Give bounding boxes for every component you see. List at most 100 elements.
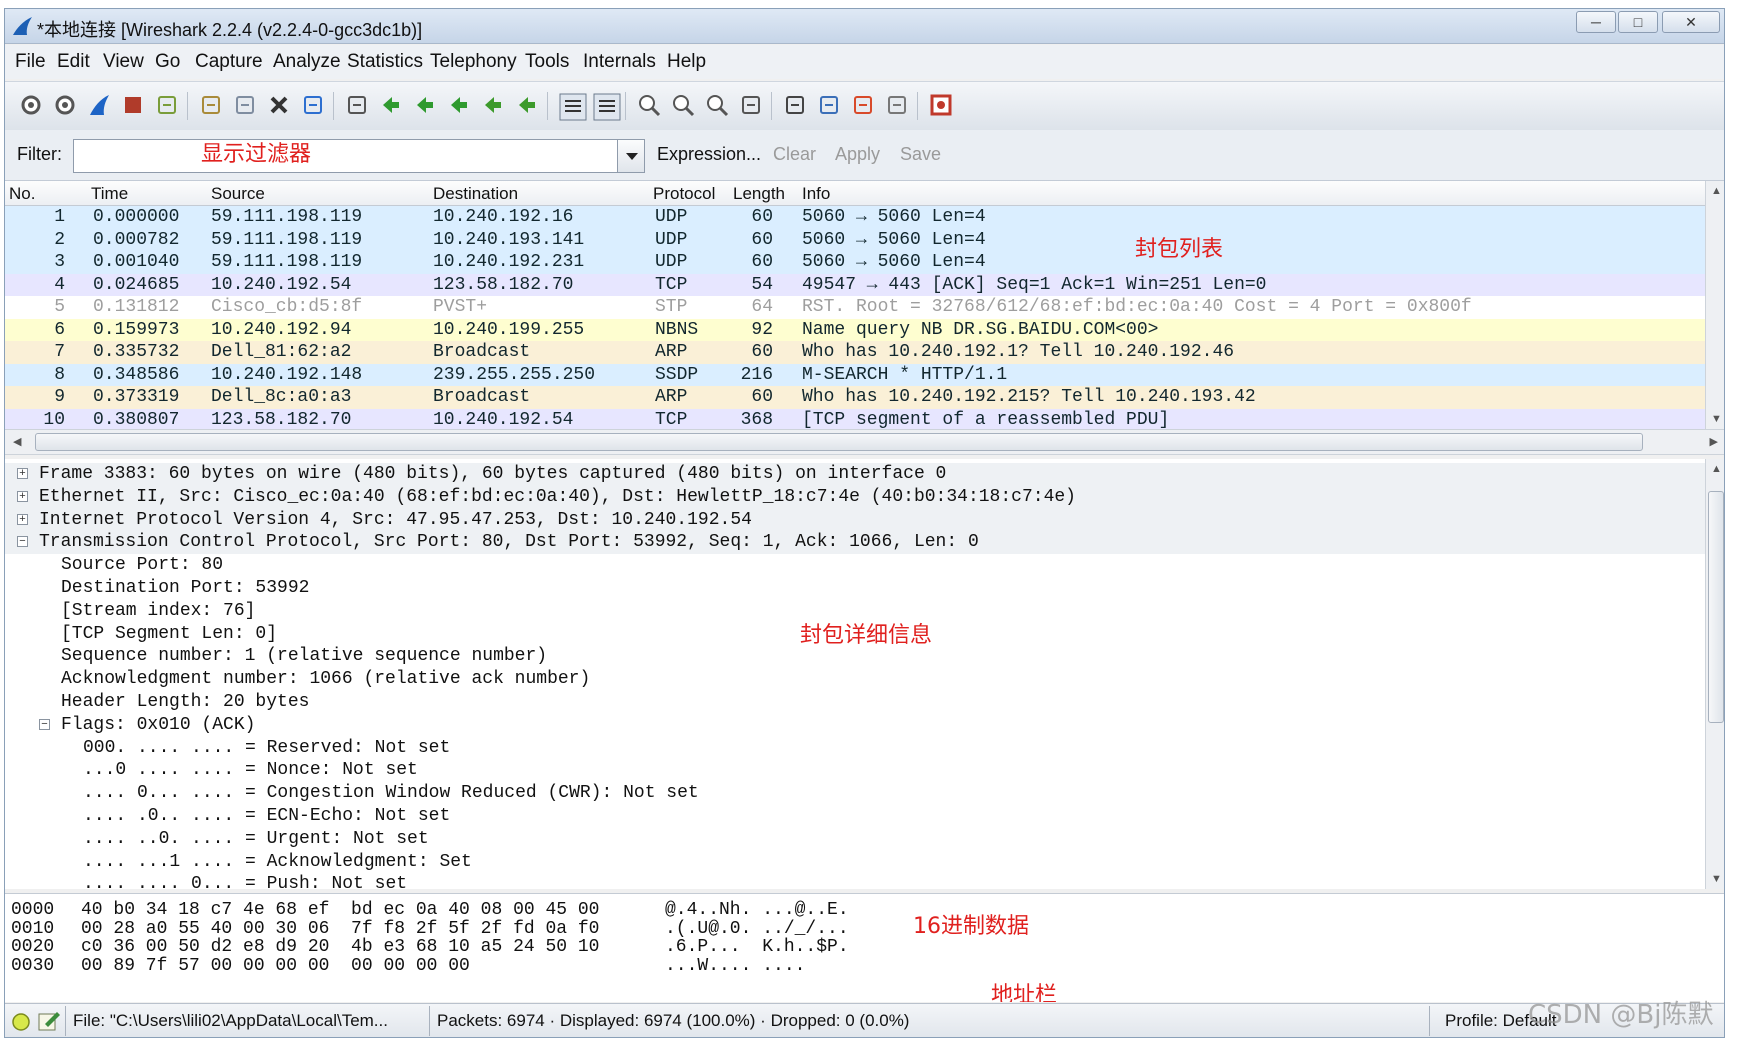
column-length[interactable]: Length	[733, 184, 785, 204]
zoom-in-icon[interactable]	[637, 93, 661, 117]
help-icon[interactable]	[929, 93, 953, 117]
field-tree-item[interactable]: − Flags: 0x010 (ACK)	[5, 714, 1705, 737]
field-tree-item[interactable]: Source Port: 80	[5, 554, 1705, 577]
display-filters-icon[interactable]	[817, 93, 841, 117]
menu-edit[interactable]: Edit	[57, 51, 90, 73]
field-tree-item[interactable]: Acknowledgment number: 1066 (relative ac…	[5, 668, 1705, 691]
first-packet-icon[interactable]	[481, 93, 505, 117]
apply-filter-button[interactable]: Apply	[835, 144, 880, 165]
field-tree-item[interactable]: .... .... 0... = Push: Not set	[5, 873, 1705, 889]
expand-icon[interactable]: +	[17, 513, 28, 525]
close-window-button[interactable]: ✕	[1662, 11, 1720, 33]
column-info[interactable]: Info	[802, 184, 830, 204]
start-capture-icon[interactable]	[87, 93, 111, 117]
hex-ascii[interactable]: .(.U@.0. ../_/...	[665, 919, 849, 939]
save-file-icon[interactable]	[233, 93, 257, 117]
scroll-right-arrow-icon[interactable]: ▶	[1710, 435, 1718, 448]
menu-telephony[interactable]: Telephony	[430, 51, 517, 73]
filter-history-dropdown[interactable]	[617, 139, 645, 173]
scroll-thumb[interactable]	[35, 433, 1643, 451]
coloring-rules-icon[interactable]	[851, 93, 875, 117]
scroll-left-arrow-icon[interactable]: ◀	[13, 435, 21, 448]
column-protocol[interactable]: Protocol	[653, 184, 715, 204]
packet-list-horizontal-scrollbar[interactable]: ◀ ▶	[5, 429, 1724, 455]
collapse-icon[interactable]: −	[17, 536, 28, 548]
resize-columns-icon[interactable]	[739, 93, 763, 117]
interfaces-icon[interactable]	[19, 93, 43, 117]
field-tree-item[interactable]: Destination Port: 53992	[5, 577, 1705, 600]
zoom-normal-icon[interactable]	[705, 93, 729, 117]
menu-help[interactable]: Help	[667, 51, 706, 73]
minimize-button[interactable]: ─	[1576, 11, 1616, 33]
menu-capture[interactable]: Capture	[195, 51, 263, 73]
expand-icon[interactable]: +	[17, 490, 28, 502]
packet-bytes-pane[interactable]: 0000 40 b0 34 18 c7 4e 68 ef bd ec 0a 40 …	[5, 893, 1724, 1002]
find-icon[interactable]	[345, 93, 369, 117]
open-file-icon[interactable]	[199, 93, 223, 117]
packet-list-scrollbar[interactable]: ▲ ▼	[1705, 181, 1724, 429]
menu-internals[interactable]: Internals	[583, 51, 656, 73]
close-file-icon[interactable]	[267, 93, 291, 117]
menu-tools[interactable]: Tools	[525, 51, 569, 73]
field-tree-item[interactable]: .... ..0. .... = Urgent: Not set	[5, 828, 1705, 851]
field-tree-item[interactable]: .... ...1 .... = Acknowledgment: Set	[5, 851, 1705, 874]
scroll-down-arrow-icon[interactable]: ▼	[1711, 873, 1722, 885]
field-tree-item[interactable]: 000. .... .... = Reserved: Not set	[5, 737, 1705, 760]
capture-filters-icon[interactable]	[783, 93, 807, 117]
hex-bytes[interactable]: 40 b0 34 18 c7 4e 68 ef bd ec 0a 40 08 0…	[81, 900, 599, 920]
reload-icon[interactable]	[301, 93, 325, 117]
details-scroll-thumb[interactable]	[1708, 491, 1724, 723]
packet-row[interactable]: 9 0.373319 Dell_8c:a0:a3 Broadcast ARP 60 Who …	[5, 386, 1705, 409]
packet-row[interactable]: 2 0.000782 59.111.198.119 10.240.193.141 UDP…	[5, 228, 1705, 252]
preferences-icon[interactable]	[885, 93, 909, 117]
field-tree-item[interactable]: .... 0... .... = Congestion Window Reduc…	[5, 782, 1705, 805]
field-tree-item[interactable]: Header Length: 20 bytes	[5, 691, 1705, 714]
save-filter-button[interactable]: Save	[900, 144, 941, 165]
packet-list[interactable]: No. Time Source Destination Protocol Len…	[5, 181, 1705, 429]
display-filter-input[interactable]	[73, 139, 618, 173]
hex-ascii[interactable]: .6.P... K.h..$P.	[665, 937, 849, 957]
scroll-up-arrow-icon[interactable]: ▲	[1711, 463, 1722, 475]
clear-filter-button[interactable]: Clear	[773, 144, 816, 165]
scroll-up-arrow-icon[interactable]: ▲	[1711, 185, 1722, 197]
packet-row[interactable]: 7 0.335732 Dell_81:62:a2 Broadcast ARP 60 Who …	[5, 341, 1705, 364]
last-packet-icon[interactable]	[515, 93, 539, 117]
packet-row[interactable]: 4 0.024685 10.240.192.54 123.58.182.70 TCP 54…	[5, 273, 1705, 297]
menu-statistics[interactable]: Statistics	[347, 51, 423, 73]
protocol-tree-item[interactable]: − Transmission Control Protocol, Src Port…	[5, 531, 1705, 555]
capture-comment-icon[interactable]	[37, 1010, 61, 1032]
go-back-icon[interactable]	[379, 93, 403, 117]
go-forward-icon[interactable]	[413, 93, 437, 117]
maximize-button[interactable]: □	[1618, 11, 1658, 33]
menu-view[interactable]: View	[103, 51, 144, 73]
column-source[interactable]: Source	[211, 184, 265, 204]
expand-icon[interactable]: +	[17, 468, 28, 479]
hex-ascii[interactable]: @.4..Nh. ...@..E.	[665, 900, 849, 920]
column-destination[interactable]: Destination	[433, 184, 518, 204]
hex-bytes[interactable]: 00 89 7f 57 00 00 00 00 00 00 00 00	[81, 956, 470, 976]
hex-bytes[interactable]: 00 28 a0 55 40 00 30 06 7f f8 2f 5f 2f f…	[81, 919, 599, 939]
menu-analyze[interactable]: Analyze	[273, 51, 341, 73]
packet-row[interactable]: 8 0.348586 10.240.192.148 239.255.255.250 SS…	[5, 363, 1705, 387]
expert-info-icon[interactable]	[11, 1012, 31, 1032]
go-to-packet-icon[interactable]	[447, 93, 471, 117]
options-icon[interactable]	[53, 93, 77, 117]
menu-file[interactable]: File	[15, 51, 46, 73]
hex-bytes[interactable]: c0 36 00 50 d2 e8 d9 20 4b e3 68 10 a5 2…	[81, 937, 599, 957]
scroll-down-arrow-icon[interactable]: ▼	[1711, 413, 1722, 425]
column-time[interactable]: Time	[91, 184, 128, 204]
packet-row[interactable]: 3 0.001040 59.111.198.119 10.240.192.231 UDP…	[5, 251, 1705, 274]
zoom-out-icon[interactable]	[671, 93, 695, 117]
autoscroll-icon[interactable]	[593, 93, 621, 121]
hex-ascii[interactable]: ...W.... ....	[665, 956, 805, 976]
packet-row[interactable]: 10 0.380807 123.58.182.70 10.240.192.54 TCP 3…	[5, 408, 1705, 429]
packet-row[interactable]: 1 0.000000 59.111.198.119 10.240.192.16 UDP 6…	[5, 206, 1705, 229]
packet-row[interactable]: 6 0.159973 10.240.192.94 10.240.199.255 NBNS…	[5, 318, 1705, 342]
column-no[interactable]: No.	[9, 184, 35, 204]
packet-details-tree[interactable]: + Frame 3383: 60 bytes on wire (480 bits)…	[5, 459, 1705, 889]
expression-button[interactable]: Expression...	[657, 144, 761, 165]
menu-go[interactable]: Go	[155, 51, 180, 73]
colorize-icon[interactable]	[559, 93, 587, 121]
stop-capture-icon[interactable]	[121, 93, 145, 117]
protocol-tree-item[interactable]: + Ethernet II, Src: Cisco_ec:0a:40 (68:ef…	[5, 485, 1705, 509]
